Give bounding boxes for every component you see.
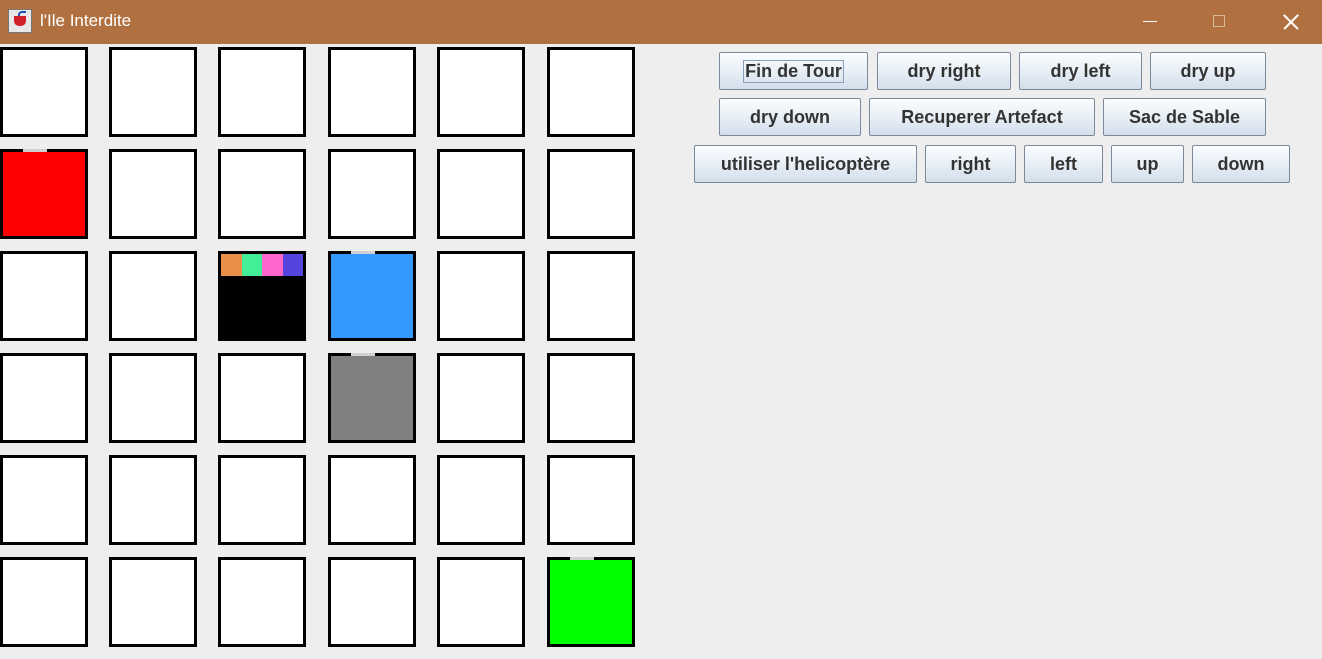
island-tile — [109, 47, 197, 137]
tile-marker — [351, 251, 375, 254]
island-tile — [0, 251, 88, 341]
island-tile — [437, 557, 525, 647]
island-tile — [218, 557, 306, 647]
maximize-button[interactable] — [1185, 0, 1255, 44]
window-title: l'Ile Interdite — [40, 11, 132, 30]
artifact-marker — [221, 254, 242, 276]
down-button[interactable]: down — [1192, 145, 1290, 183]
dry-left-button[interactable]: dry left — [1019, 52, 1142, 90]
dry-up-button[interactable]: dry up — [1150, 52, 1266, 90]
island-tile — [218, 455, 306, 545]
tile-marker — [23, 149, 47, 152]
island-tile — [109, 557, 197, 647]
island-tile — [328, 557, 416, 647]
island-tile — [0, 557, 88, 647]
island-tile — [0, 353, 88, 443]
artifact-marker — [241, 254, 262, 276]
maximize-icon — [1213, 15, 1225, 27]
island-tile — [109, 455, 197, 545]
utiliser-helicoptere-button[interactable]: utiliser l'helicoptère — [694, 145, 917, 183]
island-tile — [328, 47, 416, 137]
left-button[interactable]: left — [1024, 145, 1103, 183]
island-tile — [328, 149, 416, 239]
island-tile — [0, 47, 88, 137]
island-tile — [547, 149, 635, 239]
island-tile — [218, 149, 306, 239]
island-tile — [437, 149, 525, 239]
island-tile — [547, 353, 635, 443]
minimize-button[interactable] — [1115, 0, 1185, 44]
sac-de-sable-button[interactable]: Sac de Sable — [1103, 98, 1266, 136]
tile-marker — [351, 353, 375, 356]
up-button[interactable]: up — [1111, 145, 1184, 183]
island-tile — [109, 353, 197, 443]
dry-down-button[interactable]: dry down — [719, 98, 861, 136]
title-bar[interactable]: l'Ile Interdite — [0, 0, 1322, 44]
island-tile — [328, 455, 416, 545]
player-tile — [328, 353, 416, 443]
island-tile — [109, 149, 197, 239]
island-tile — [437, 455, 525, 545]
minimize-icon — [1143, 21, 1157, 22]
player-tile — [547, 557, 635, 647]
artifact-marker — [262, 254, 283, 276]
island-tile — [109, 251, 197, 341]
island-tile — [547, 455, 635, 545]
fin-de-tour-button[interactable]: Fin de Tour — [719, 52, 868, 90]
island-tile — [547, 47, 635, 137]
recuperer-artefact-button[interactable]: Recuperer Artefact — [869, 98, 1095, 136]
island-tile — [0, 455, 88, 545]
player-tile — [328, 251, 416, 341]
tile-marker — [570, 557, 594, 560]
dry-right-button[interactable]: dry right — [877, 52, 1011, 90]
island-tile — [437, 251, 525, 341]
island-tile — [218, 353, 306, 443]
island-tile — [218, 47, 306, 137]
island-tile — [437, 353, 525, 443]
java-cup-icon — [8, 9, 32, 33]
right-button[interactable]: right — [925, 145, 1016, 183]
close-button[interactable] — [1255, 0, 1322, 44]
fin-de-tour-label: Fin de Tour — [743, 59, 844, 83]
artifact-marker — [282, 254, 303, 276]
artifact-tile — [218, 251, 306, 341]
island-tile — [547, 251, 635, 341]
island-tile — [437, 47, 525, 137]
player-tile — [0, 149, 88, 239]
